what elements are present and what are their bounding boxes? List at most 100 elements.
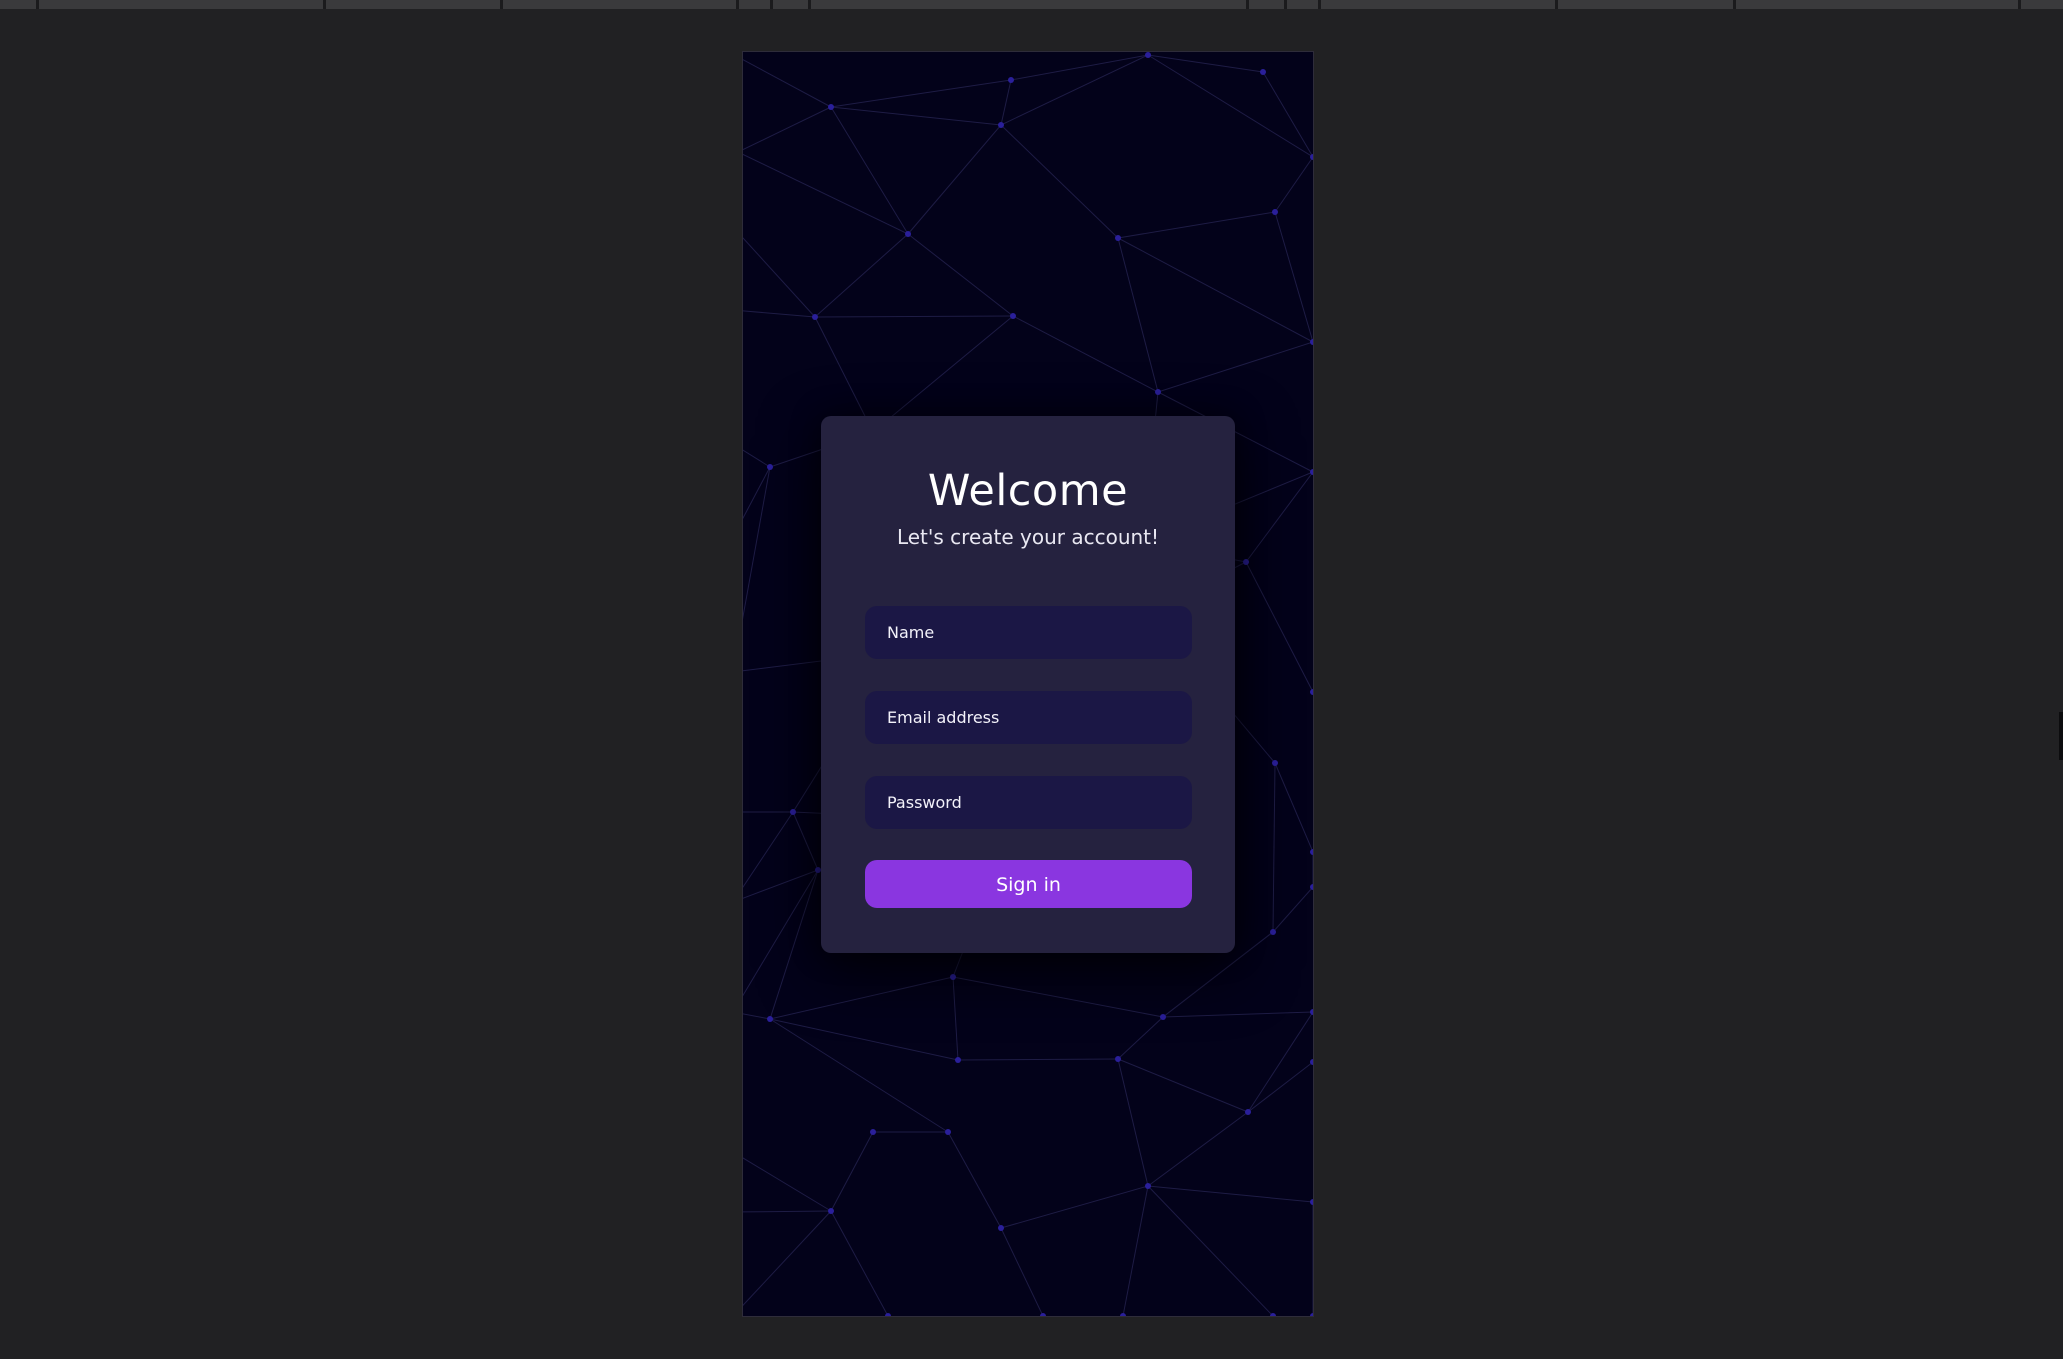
mesh-node: [905, 231, 911, 237]
mesh-line: [743, 106, 832, 151]
mesh-line: [1012, 315, 1159, 393]
mesh-node: [1243, 559, 1249, 565]
tab-divider: [1246, 0, 1249, 9]
mesh-node: [998, 1225, 1004, 1231]
name-field[interactable]: [865, 606, 1192, 659]
mesh-node: [1120, 1313, 1126, 1316]
mesh-line: [907, 124, 1002, 235]
mesh-line: [1010, 54, 1149, 81]
mesh-line: [743, 59, 832, 108]
mesh-node: [1272, 209, 1278, 215]
mesh-line: [743, 449, 771, 468]
mesh-line: [814, 315, 1014, 318]
mesh-node: [1270, 929, 1276, 935]
mesh-line: [1147, 54, 1313, 158]
mesh-node: [812, 314, 818, 320]
mesh-line: [1274, 211, 1313, 343]
mesh-line: [743, 310, 816, 318]
window-edge-handle: [2059, 712, 2063, 760]
mesh-line: [1147, 54, 1264, 73]
mesh-node: [1310, 1009, 1313, 1015]
mesh-node: [1115, 235, 1121, 241]
mesh-line: [872, 315, 1014, 433]
password-field[interactable]: [865, 776, 1192, 829]
mesh-node: [1310, 339, 1313, 345]
mesh-line: [830, 106, 1002, 126]
mesh-node: [885, 1313, 891, 1316]
tab-divider: [770, 0, 773, 9]
mesh-line: [743, 237, 816, 318]
tab-divider: [1284, 0, 1287, 9]
mesh-node: [1008, 77, 1014, 83]
name-input[interactable]: [887, 606, 1192, 659]
mesh-line: [1117, 1058, 1149, 1187]
sign-in-button[interactable]: Sign in: [865, 860, 1192, 908]
tab-divider: [500, 0, 503, 9]
tab-divider: [2018, 0, 2021, 9]
mesh-line: [1000, 79, 1012, 126]
mesh-line: [1147, 1111, 1249, 1187]
mesh-line: [1117, 237, 1313, 343]
mesh-line: [1000, 54, 1149, 126]
mesh-line: [1000, 124, 1119, 239]
email-input[interactable]: [887, 691, 1192, 744]
mesh-line: [814, 316, 874, 433]
mesh-line: [743, 466, 771, 620]
mesh-line: [743, 869, 819, 899]
tab-divider: [1318, 0, 1321, 9]
signup-card: Welcome Let's create your account! Sign …: [821, 416, 1235, 953]
mesh-node: [828, 1208, 834, 1214]
mesh-line: [957, 1058, 1119, 1061]
welcome-title: Welcome: [927, 466, 1129, 516]
password-input[interactable]: [887, 776, 1192, 829]
mesh-node: [1145, 1183, 1151, 1189]
mesh-node: [955, 1057, 961, 1063]
mobile-preview-frame: Welcome Let's create your account! Sign …: [743, 52, 1313, 1316]
mesh-node: [1310, 469, 1313, 475]
mesh-node: [790, 809, 796, 815]
mesh-line: [947, 1131, 1002, 1229]
mesh-node: [1272, 760, 1278, 766]
mesh-line: [743, 1157, 832, 1212]
mesh-node: [1245, 1109, 1251, 1115]
welcome-subtitle: Let's create your account!: [896, 525, 1160, 549]
tab-divider: [1733, 0, 1736, 9]
mesh-line: [1000, 1227, 1044, 1316]
mesh-line: [769, 976, 954, 1020]
mesh-line: [814, 233, 909, 318]
browser-tab-strip: [0, 0, 2063, 9]
mesh-line: [907, 233, 1014, 317]
mesh-line: [1117, 1058, 1249, 1113]
mesh-line: [743, 1013, 771, 1020]
tab-divider: [808, 0, 811, 9]
mesh-line: [830, 1131, 874, 1212]
mesh-line: [743, 466, 771, 520]
mesh-node: [1160, 1014, 1166, 1020]
mesh-line: [743, 1210, 832, 1307]
tab-divider: [36, 0, 39, 9]
mesh-node: [1260, 69, 1266, 75]
mesh-line: [952, 976, 1164, 1018]
mesh-node: [1310, 1199, 1313, 1205]
mesh-node: [1010, 313, 1016, 319]
mesh-node: [1310, 1313, 1313, 1316]
mesh-line: [1157, 341, 1313, 393]
mesh-node: [1310, 884, 1313, 890]
mesh-line: [952, 976, 959, 1061]
mesh-node: [767, 1016, 773, 1022]
mesh-line: [830, 79, 1012, 108]
mesh-node: [950, 974, 956, 980]
mesh-line: [1274, 762, 1313, 853]
mesh-line: [1117, 211, 1276, 239]
mesh-line: [769, 1018, 959, 1061]
mesh-line: [1245, 561, 1313, 693]
mesh-node: [767, 464, 773, 470]
mesh-line: [1272, 886, 1313, 933]
mesh-line: [1247, 1061, 1313, 1113]
mesh-node: [870, 1129, 876, 1135]
mesh-line: [1247, 1011, 1313, 1113]
email-field[interactable]: [865, 691, 1192, 744]
mesh-node: [1040, 1313, 1046, 1316]
mesh-line: [769, 869, 819, 1020]
tab-divider: [736, 0, 739, 9]
